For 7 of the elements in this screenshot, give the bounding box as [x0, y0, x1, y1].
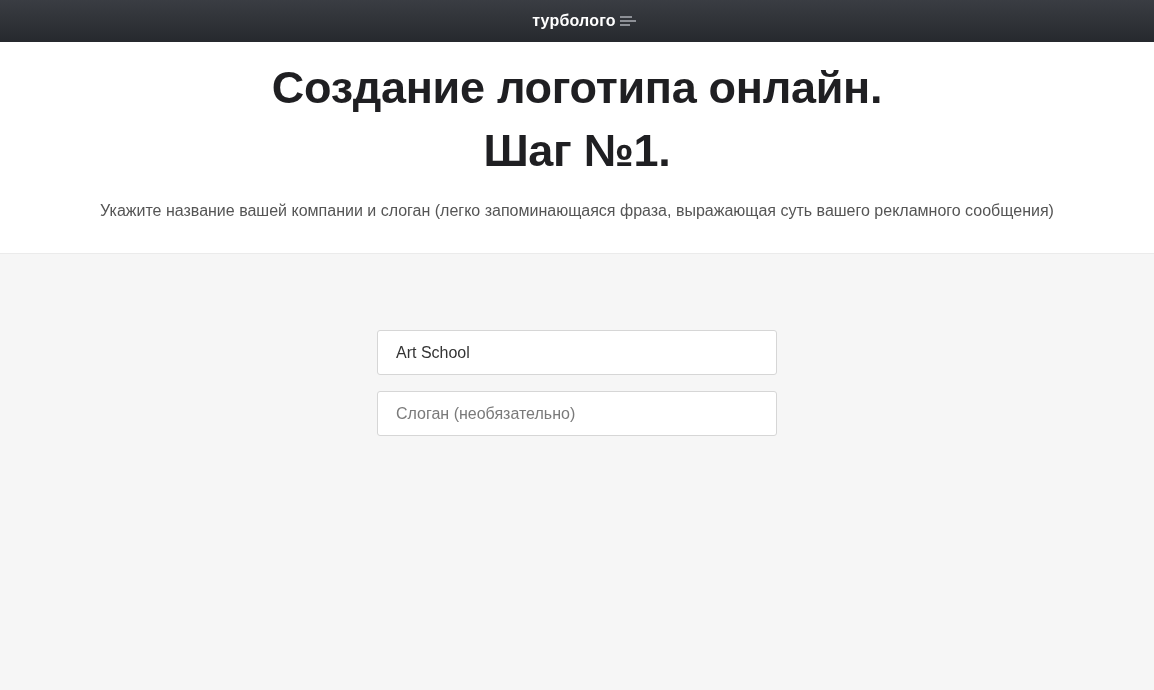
lines-icon [619, 16, 636, 26]
logo-link[interactable]: турболого [532, 12, 636, 30]
input-field[interactable]: Art School [377, 330, 777, 375]
page-subtitle: Укажите название вашей компании и слоган (легко запоминающаяся фраза, выражающая суть вашего рекламного сообщения) [99, 201, 1055, 221]
page-title: Шаг №1. [482, 124, 672, 178]
input-field[interactable]: Слоган (необязательно) [377, 391, 777, 436]
page-title: Создание логотипа онлайн. [270, 61, 884, 115]
